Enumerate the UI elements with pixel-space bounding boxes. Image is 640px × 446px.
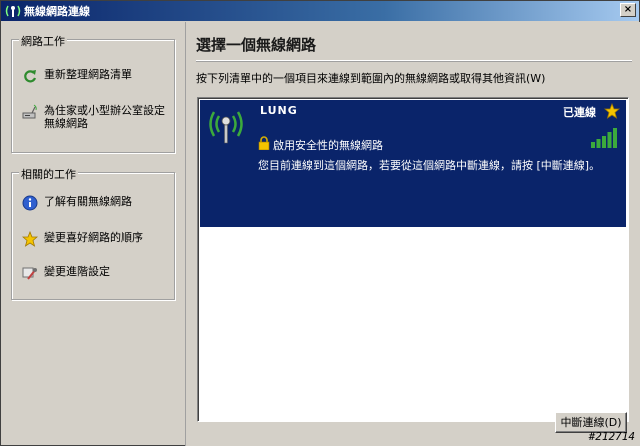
network-tasks-group: 網路工作 重新整理網路清單 為住家或小型辦公室設定無線網路 [11,33,175,153]
setup-wireless-link[interactable]: 為住家或小型辦公室設定無線網路 [22,104,168,130]
network-list[interactable]: LUNG 已連線 啟用安全性的無線網路 您目前連線到這個網路，若要從這個網路中斷… [197,97,629,422]
refresh-network-list-link[interactable]: 重新整理網路清單 [22,68,168,84]
signal-strength-icon [591,128,617,148]
instruction-text: 按下列清單中的一個項目來連線到範圍內的無線網路或取得其他資訊(W) [196,72,546,85]
connection-status: 已連線 [563,106,596,119]
lock-icon [258,136,270,150]
learn-wireless-label: 了解有關無線網路 [44,195,132,208]
wireless-network-icon [209,111,243,144]
close-button[interactable]: × [620,3,636,17]
advanced-settings-link[interactable]: 變更進階設定 [22,265,168,281]
advanced-settings-label: 變更進階設定 [44,265,110,278]
main-panel: 選擇一個無線網路 按下列清單中的一個項目來連線到範圍內的無線網路或取得其他資訊(… [185,22,640,446]
info-icon [22,195,38,211]
title-divider [196,60,632,62]
change-preferred-order-link[interactable]: 變更喜好網路的順序 [22,231,168,247]
refresh-network-list-label: 重新整理網路清單 [44,68,132,81]
page-title: 選擇一個無線網路 [196,36,317,54]
preferred-star-icon [604,103,620,119]
learn-wireless-link[interactable]: 了解有關無線網路 [22,195,168,211]
title-bar[interactable]: 無線網路連線 × [1,1,639,21]
settings-icon [22,267,37,280]
watermark: #212714 [588,430,635,443]
refresh-icon [24,70,37,83]
related-tasks-title: 相關的工作 [19,166,78,182]
network-description: 您目前連線到這個網路，若要從這個網路中斷連線，請按 [中斷連線]。 [258,159,601,172]
setup-wireless-label: 為住家或小型辦公室設定無線網路 [44,104,165,130]
window-title: 無線網路連線 [24,5,90,18]
star-icon [22,231,38,247]
wireless-setup-icon [22,104,37,119]
wireless-app-icon [5,5,21,17]
network-tasks-title: 網路工作 [19,33,67,49]
related-tasks-group: 相關的工作 了解有關無線網路 變更喜好網路的順序 變更進階設定 [11,166,175,300]
network-name: LUNG [260,104,298,117]
network-item-lung[interactable]: LUNG 已連線 啟用安全性的無線網路 您目前連線到這個網路，若要從這個網路中斷… [200,100,626,227]
wireless-connection-window: 無線網路連線 × 網路工作 重新整理網路清單 為住家或小型辦公室設定無線網路 相… [0,0,640,446]
change-preferred-order-label: 變更喜好網路的順序 [44,231,143,244]
security-label: 啟用安全性的無線網路 [273,139,383,152]
